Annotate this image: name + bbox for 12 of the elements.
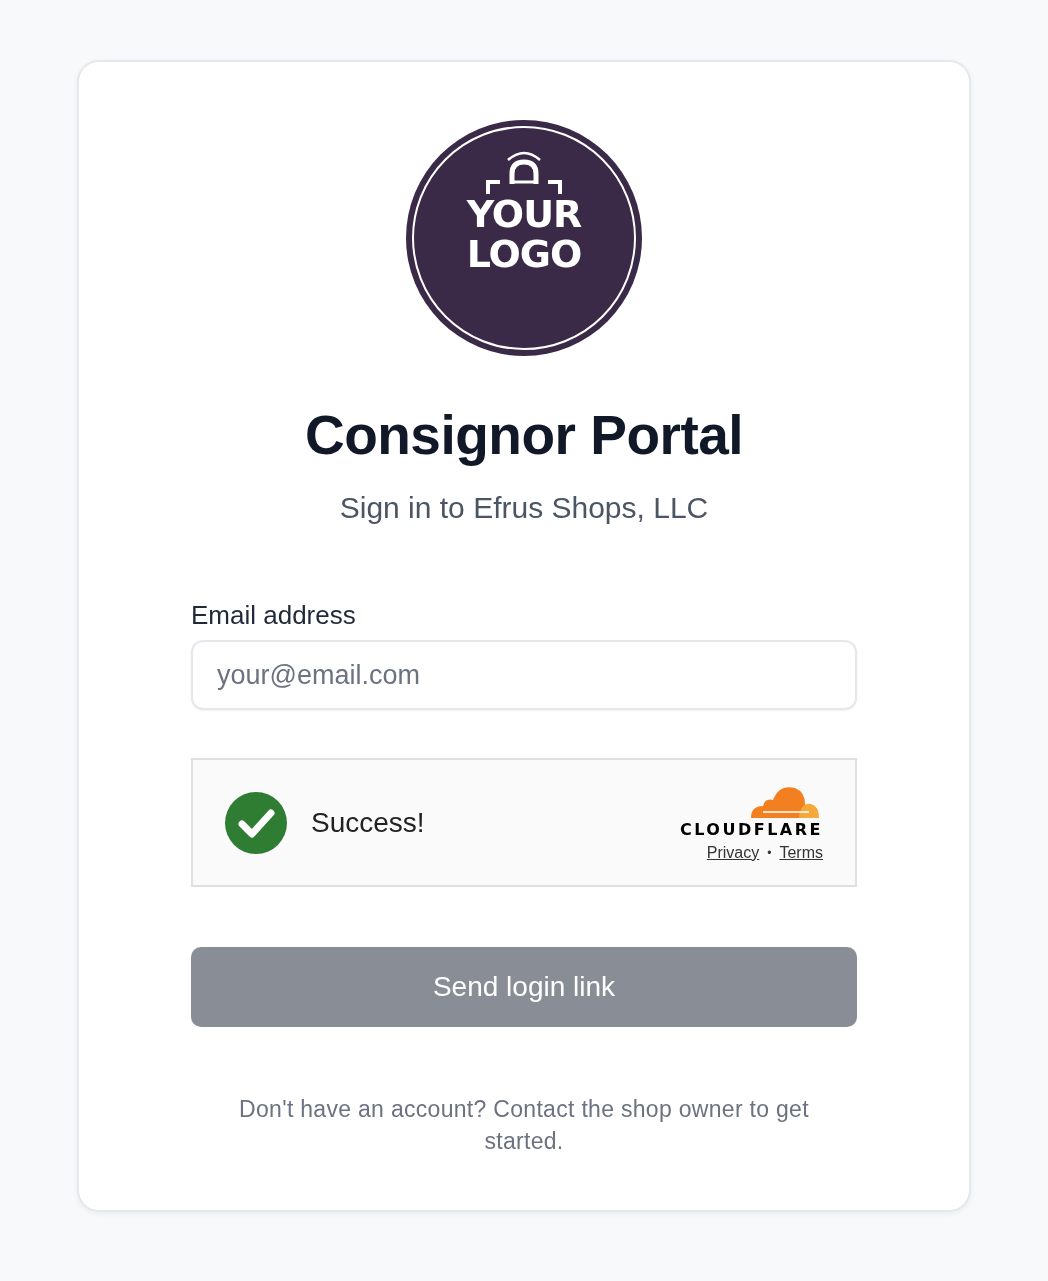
privacy-link[interactable]: Privacy xyxy=(706,843,760,862)
subtitle: Sign in to Efrus Shops, LLC xyxy=(339,490,709,526)
page-title: Consignor Portal xyxy=(304,403,744,468)
status-text: Success! xyxy=(311,806,426,839)
field-label: Email address xyxy=(191,599,357,632)
footer-text: Don't have an account? Contact the shop owner to get started. xyxy=(238,1095,810,1156)
logo-text: YOUR xyxy=(466,194,582,234)
terms-link[interactable]: Terms xyxy=(779,843,823,862)
logo-text: LOGO xyxy=(466,234,582,274)
brand-wordmark: CLOUDFLARE xyxy=(680,819,823,840)
separator-dot: • xyxy=(767,845,772,860)
email-field[interactable]: your@email.com xyxy=(191,640,857,710)
